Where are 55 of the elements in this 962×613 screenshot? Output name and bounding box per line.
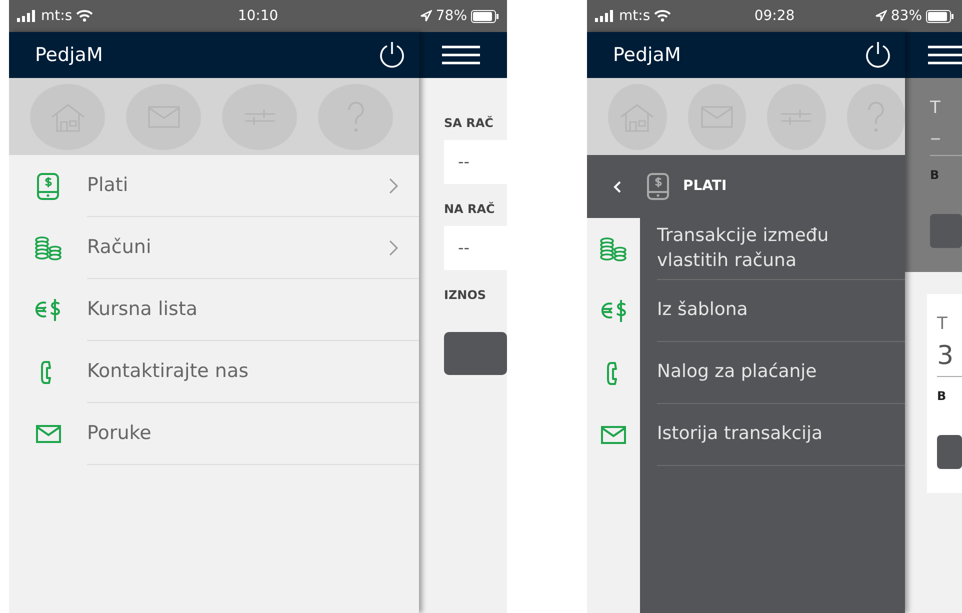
coins-icon: [34, 236, 62, 260]
currency-icon: [600, 298, 628, 324]
location-arrow-icon: [420, 10, 432, 22]
wifi-icon: [654, 10, 672, 22]
section-title: T: [930, 97, 942, 120]
input-field[interactable]: --: [444, 140, 507, 184]
location-arrow-icon: [874, 10, 887, 22]
logout-button[interactable]: [377, 40, 407, 70]
field-label: NA RAČ: [444, 200, 496, 218]
battery-icon: [471, 10, 499, 22]
menu-button[interactable]: [927, 45, 962, 65]
signal-icon: [595, 10, 615, 22]
coins-icon: [600, 236, 627, 262]
chevron-left-icon: [613, 181, 621, 194]
menu-item-label: Kursna lista: [87, 297, 198, 322]
envelope-icon: [36, 425, 60, 443]
battery-icon: [926, 10, 954, 22]
battery-percent: 83%: [890, 6, 922, 26]
menu-item[interactable]: Plati: [9, 155, 419, 217]
menu-icon: [441, 45, 481, 65]
field-label: SA RAČ: [444, 114, 494, 132]
menu-item-label: Računi: [87, 235, 152, 260]
section-caption: B: [937, 388, 948, 405]
phone-dollar-icon: [37, 172, 59, 200]
logout-button[interactable]: [863, 40, 893, 70]
section-value: –: [930, 122, 962, 156]
menu-button[interactable]: [441, 45, 481, 65]
menu-item-label: Plati: [87, 173, 128, 198]
user-name: PedjaM: [613, 42, 681, 68]
wifi-icon: [76, 10, 94, 22]
action-button[interactable]: [930, 214, 962, 248]
carrier-name: mt:s: [41, 6, 72, 26]
power-icon: [377, 40, 407, 70]
menu-item[interactable]: Računi: [9, 217, 419, 279]
input-field[interactable]: --: [444, 226, 507, 270]
submenu-title: PLATI: [683, 177, 727, 196]
phone-dollar-icon: [647, 173, 669, 200]
menu-item-label: Poruke: [87, 421, 152, 446]
carrier-name: mt:s: [619, 6, 650, 26]
envelope-icon: [601, 426, 626, 444]
signal-icon: [17, 10, 37, 22]
field-label: IZNOS: [444, 287, 488, 304]
clock-time: 10:10: [238, 6, 278, 26]
menu-icon: [927, 45, 962, 65]
menu-item-label: Kontaktirajte nas: [87, 359, 248, 384]
power-icon: [863, 40, 893, 70]
section-title: T: [937, 312, 948, 336]
battery-percent: 78%: [436, 6, 467, 26]
user-name: PedjaM: [35, 42, 103, 68]
currency-icon: [34, 297, 62, 323]
submit-button[interactable]: [444, 332, 507, 375]
action-button[interactable]: [937, 435, 962, 469]
section-caption: B: [930, 166, 940, 184]
clock-time: 09:28: [754, 6, 795, 26]
section-value: 3: [937, 337, 962, 377]
